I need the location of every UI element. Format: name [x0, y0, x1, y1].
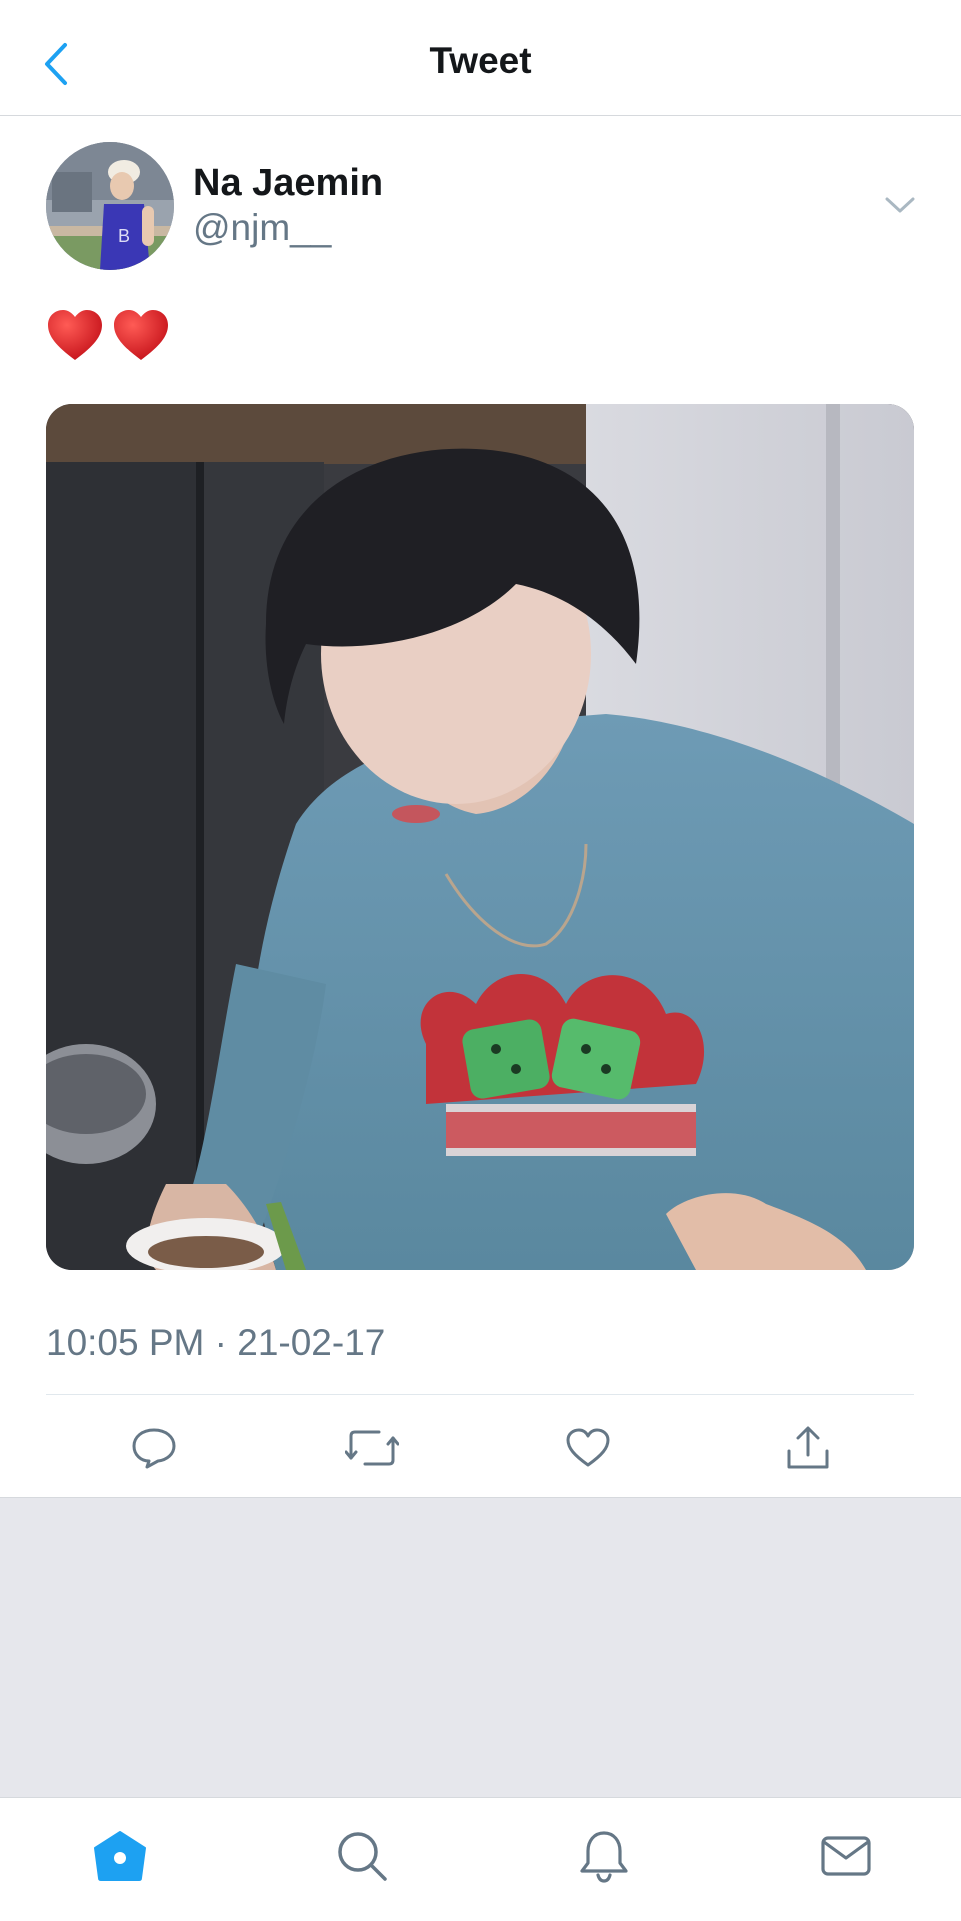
retweet-icon	[345, 1430, 399, 1466]
tab-search[interactable]	[332, 1826, 392, 1886]
share-icon	[787, 1426, 829, 1469]
tweet-timestamp: 10:05 PM · 21-02-17	[46, 1322, 386, 1363]
home-icon	[94, 1831, 146, 1881]
author-name[interactable]: Na Jaemin	[193, 162, 383, 205]
tab-home[interactable]	[90, 1826, 150, 1886]
bottom-tab-bar	[0, 1797, 961, 1921]
more-options-button[interactable]	[882, 190, 918, 220]
heart-icon	[566, 1428, 610, 1467]
tweet-photo-image	[46, 404, 914, 1270]
like-button[interactable]	[560, 1420, 616, 1476]
retweet-button[interactable]	[344, 1420, 400, 1476]
share-button[interactable]	[780, 1420, 836, 1476]
red-heart-emoji	[114, 310, 168, 360]
reply-icon	[132, 1428, 176, 1469]
avatar-image: B	[46, 142, 174, 270]
tweet-text	[46, 308, 170, 364]
chevron-down-icon	[885, 197, 915, 213]
search-icon	[338, 1832, 387, 1881]
page-title: Tweet	[429, 40, 532, 81]
messages-icon	[821, 1836, 871, 1876]
red-heart-emoji	[48, 310, 102, 360]
reply-button[interactable]	[126, 1420, 182, 1476]
tweet-photo[interactable]	[46, 404, 914, 1270]
tab-messages[interactable]	[816, 1826, 876, 1886]
notifications-icon	[580, 1831, 628, 1883]
svg-text:B: B	[118, 226, 130, 246]
author-handle[interactable]: @njm__	[193, 207, 331, 249]
empty-replies-area	[0, 1497, 961, 1798]
avatar[interactable]: B	[46, 142, 174, 270]
top-nav-bar: Tweet	[0, 0, 961, 116]
tab-notifications[interactable]	[574, 1826, 634, 1886]
divider	[46, 1394, 914, 1395]
